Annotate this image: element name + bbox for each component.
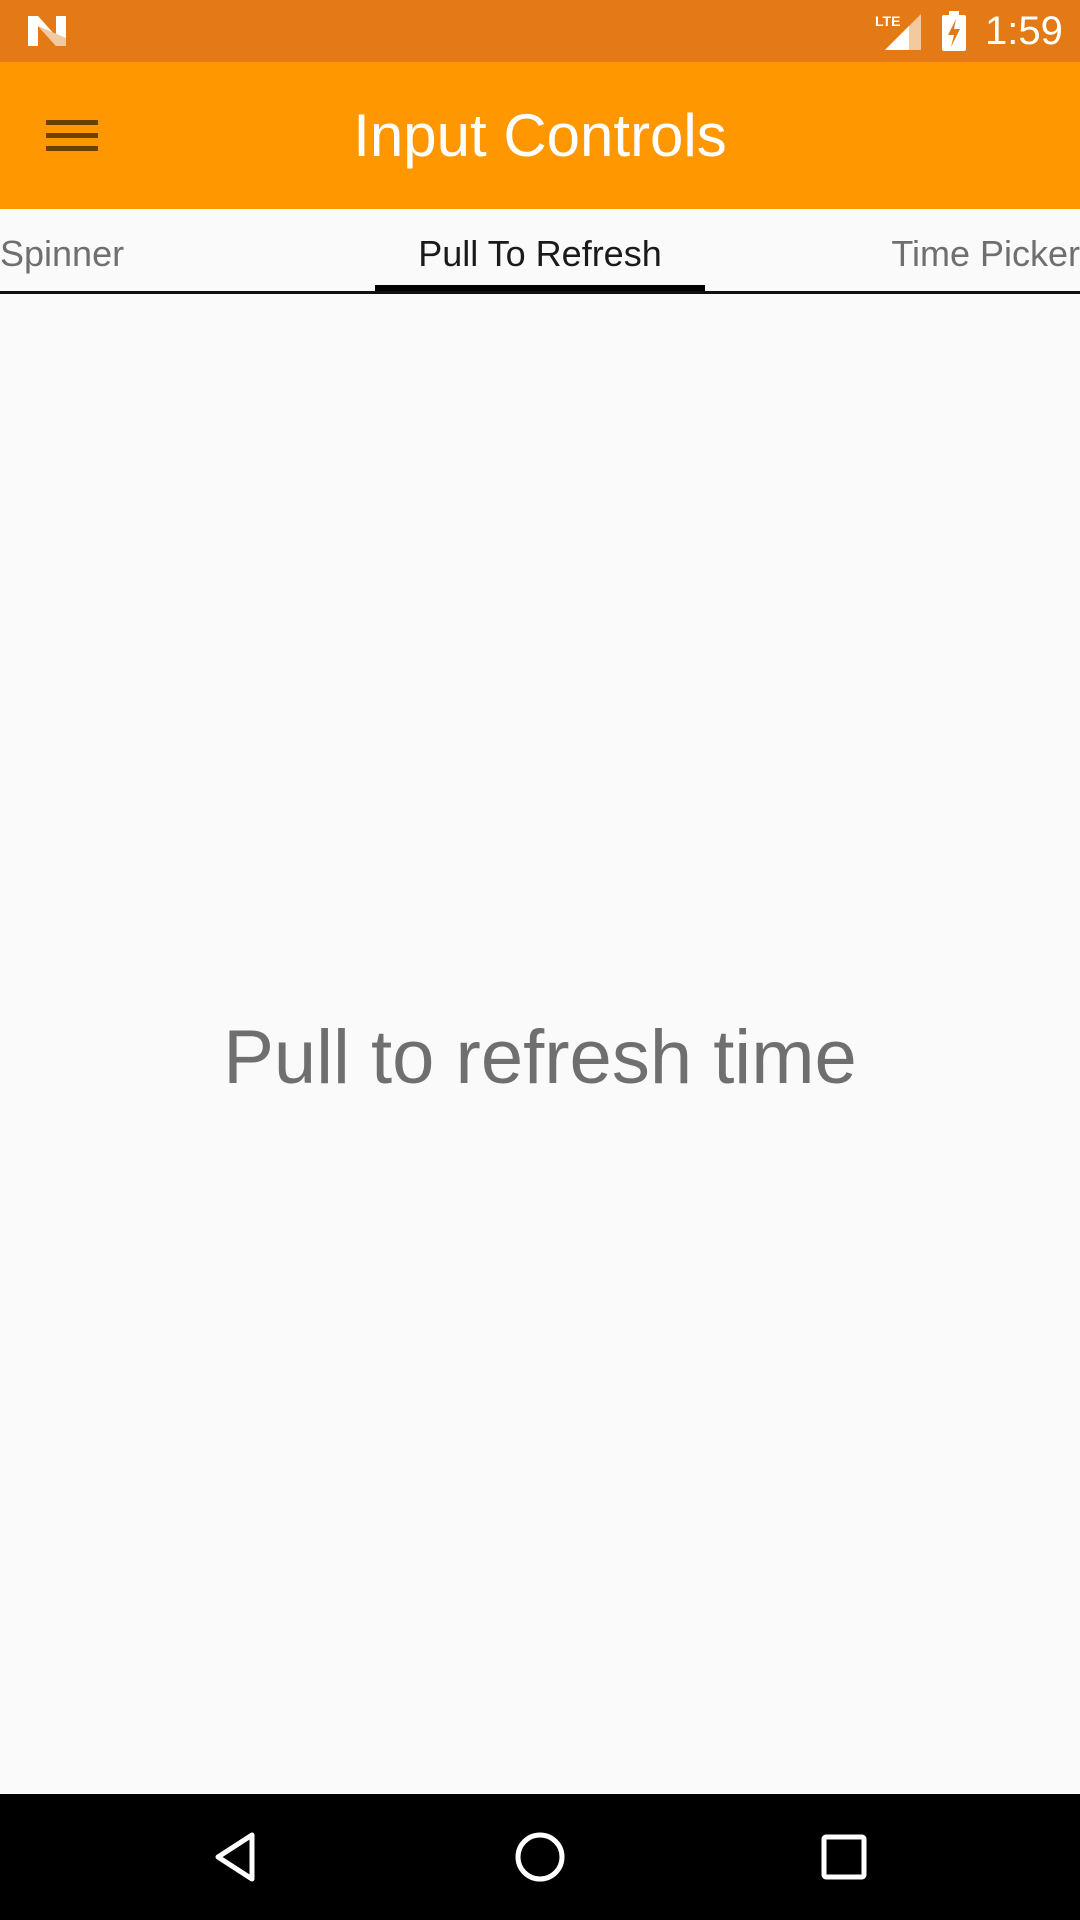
n-logo-icon (28, 16, 66, 46)
menu-button[interactable] (24, 100, 120, 172)
back-button[interactable] (196, 1817, 276, 1897)
recents-button[interactable] (804, 1817, 884, 1897)
home-button[interactable] (500, 1817, 580, 1897)
tab-bar: Spinner Pull To Refresh Time Picker (0, 209, 1080, 294)
recents-icon (821, 1834, 867, 1880)
tab-pull-to-refresh[interactable]: Pull To Refresh (375, 209, 705, 291)
status-bar: LTE 1:59 (0, 0, 1080, 62)
back-icon (215, 1832, 255, 1882)
toolbar-title: Input Controls (353, 102, 727, 169)
pull-to-refresh-area[interactable]: Pull to refresh time (0, 294, 1080, 1794)
tab-time-picker[interactable]: Time Picker (891, 209, 1080, 291)
home-icon (515, 1832, 565, 1882)
screen: LTE 1:59 Input Controls Spinner Pull To … (0, 0, 1080, 1920)
tab-selected-indicator (375, 285, 705, 291)
battery-charging-icon (942, 11, 966, 51)
lte-label: LTE (875, 13, 900, 29)
hamburger-menu-icon (46, 120, 98, 151)
app-toolbar: Input Controls (0, 62, 1080, 209)
lte-signal-icon: LTE (875, 13, 921, 50)
status-clock: 1:59 (985, 9, 1063, 53)
tab-spinner[interactable]: Spinner (0, 209, 124, 291)
navigation-bar (0, 1794, 1080, 1920)
refresh-message: Pull to refresh time (223, 1015, 857, 1100)
